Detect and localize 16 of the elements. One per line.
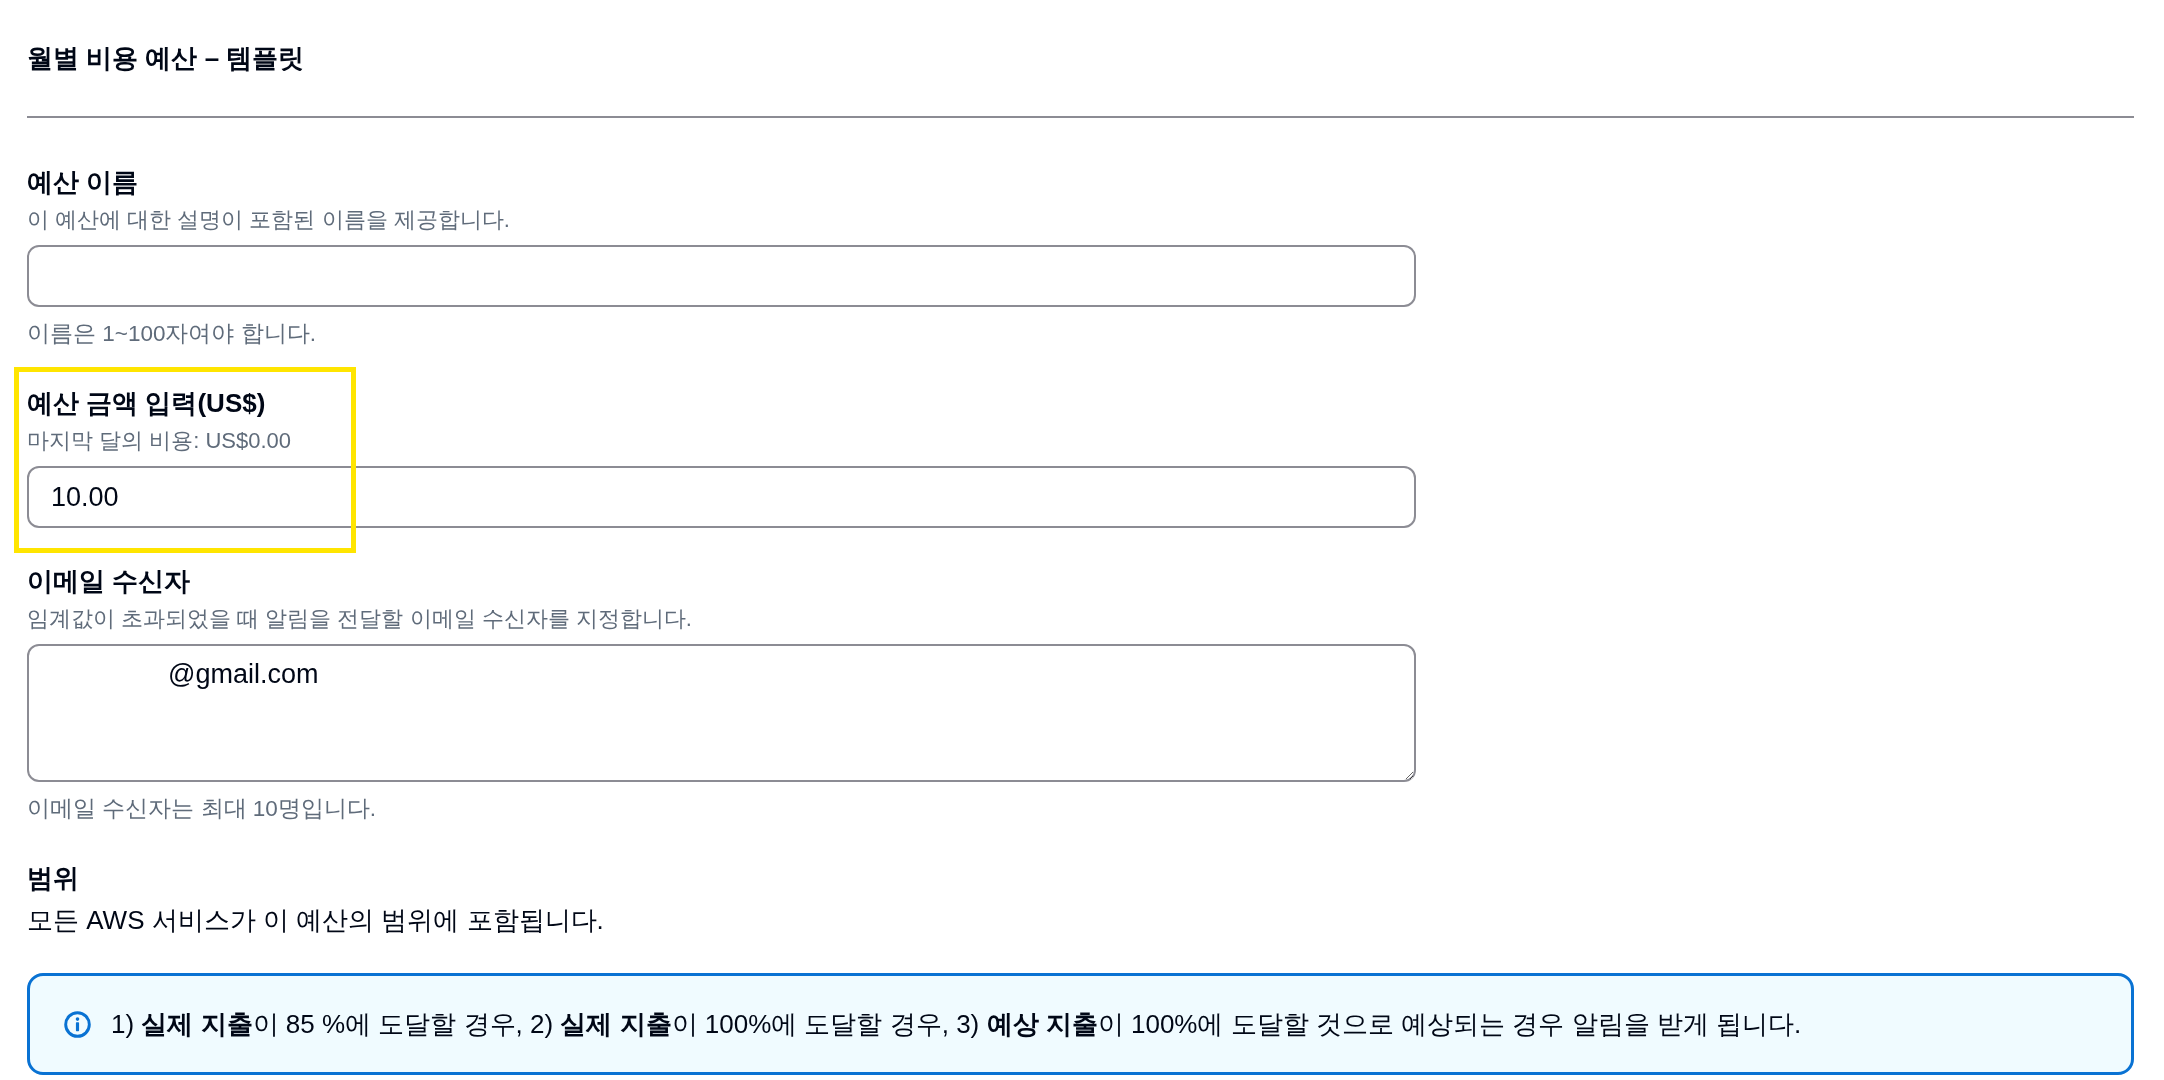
field-label: 예산 금액 입력(US$) (27, 388, 266, 418)
info-icon (64, 1010, 91, 1038)
hint-text: 이메일 수신자는 최대 10명입니다. (27, 796, 377, 822)
section-heading: 범위 (27, 863, 79, 893)
field-description: 임계값이 초과되었을 때 알림을 전달할 이메일 수신자를 지정합니다. (27, 606, 692, 632)
input-field[interactable] (27, 245, 1416, 307)
textarea-field[interactable]: @gmail.com (27, 644, 1416, 782)
field-description: 마지막 달의 비용: US$0.00 (27, 428, 292, 454)
scope-text: 모든 AWS 서비스가 이 예산의 범위에 포함됩니다. (27, 905, 604, 935)
page-title: 월별 비용 예산 – 템플릿 (27, 44, 305, 72)
field-label: 이메일 수신자 (27, 566, 191, 596)
input-field[interactable]: 10.00 (27, 466, 1416, 528)
alert-message: 1) 실제 지출이 85 %에 도달할 경우, 2) 실제 지출이 100%에 도달할 경우, 3) 예상 지출이 100%에 도달할 것으로 예상되는 경우 알림을 받게 됩니다. (111, 1009, 1802, 1039)
field-label: 예산 이름 (27, 167, 139, 197)
field-description: 이 예산에 대한 설명이 포함된 이름을 제공합니다. (27, 207, 510, 233)
hint-text: 이름은 1~100자여야 합니다. (27, 321, 316, 347)
